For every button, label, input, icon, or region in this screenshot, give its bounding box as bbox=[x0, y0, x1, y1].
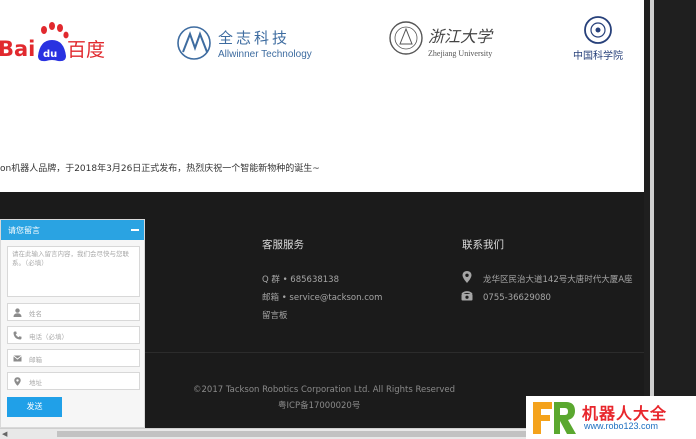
widget-header[interactable]: 请您留言 bbox=[1, 220, 144, 240]
zju-logo-cn: 浙江大学 bbox=[428, 27, 494, 46]
contact-phone: 0755-36629080 bbox=[483, 293, 551, 303]
allwinner-logo-cn: 全志科技 bbox=[218, 29, 290, 47]
scroll-left-icon[interactable]: ◀ bbox=[2, 431, 7, 438]
service-title: 客服服务 bbox=[262, 239, 304, 251]
guestbook-link[interactable]: 留言板 bbox=[262, 309, 288, 321]
icp-license-link[interactable]: 粤ICP备17000020号 bbox=[278, 399, 360, 411]
vertical-scrollbar[interactable] bbox=[650, 0, 654, 439]
cas-logo[interactable]: 中国科学院 bbox=[570, 12, 630, 72]
widget-title: 请您留言 bbox=[8, 226, 40, 235]
allwinner-logo-en: Allwinner Technology bbox=[218, 49, 312, 60]
service-email-link[interactable]: 邮箱 • service@tackson.com bbox=[262, 291, 382, 303]
contact-title: 联系我们 bbox=[462, 239, 504, 251]
window-edge bbox=[644, 0, 696, 439]
phone-placeholder: 电话（必填） bbox=[29, 333, 68, 341]
location-icon bbox=[462, 271, 472, 283]
email-input[interactable]: 邮箱 bbox=[7, 349, 140, 367]
address-placeholder: 地址 bbox=[29, 379, 42, 387]
minimize-icon[interactable] bbox=[131, 229, 139, 231]
name-input[interactable]: 姓名 bbox=[7, 303, 140, 321]
phone-input[interactable]: 电话（必填） bbox=[7, 326, 140, 344]
baidu-logo-mark: du bbox=[43, 49, 57, 60]
email-placeholder: 邮箱 bbox=[29, 356, 42, 364]
robo123-watermark: 机器人大全 www.robo123.com bbox=[526, 396, 696, 439]
copyright-text: ©2017 Tackson Robotics Corporation Ltd. … bbox=[193, 385, 456, 395]
baidu-logo-latin: Bai bbox=[0, 37, 35, 61]
cas-logo-cn: 中国科学院 bbox=[573, 49, 623, 62]
handset-icon bbox=[13, 331, 22, 340]
partner-section: Bai du 百度 全志科技 Allwinner Technology 浙江大学… bbox=[0, 0, 644, 192]
name-placeholder: 姓名 bbox=[29, 310, 42, 318]
baidu-logo[interactable]: Bai du 百度 bbox=[0, 18, 110, 66]
message-textarea[interactable]: 请在此输入留言内容，我们会尽快与您联系。（必填） bbox=[7, 246, 140, 297]
user-icon bbox=[13, 308, 22, 317]
send-button[interactable]: 发送 bbox=[7, 397, 62, 417]
address-input[interactable]: 地址 bbox=[7, 372, 140, 390]
zju-logo[interactable]: 浙江大学 Zhejiang University bbox=[388, 16, 498, 62]
robo123-logo-icon bbox=[533, 402, 576, 434]
footer-divider bbox=[145, 352, 644, 353]
watermark-url: www.robo123.com bbox=[584, 421, 659, 431]
envelope-icon bbox=[13, 355, 22, 362]
phone-icon bbox=[461, 291, 473, 301]
qq-group-link[interactable]: Q 群 • 685638138 bbox=[262, 273, 339, 285]
message-widget: 请您留言 请在此输入留言内容，我们会尽快与您联系。（必填） 姓名 电话（必填） … bbox=[0, 219, 145, 428]
map-pin-icon bbox=[14, 377, 21, 386]
zju-logo-en: Zhejiang University bbox=[428, 49, 492, 58]
baidu-logo-cn: 百度 bbox=[67, 39, 105, 61]
allwinner-emblem-icon bbox=[177, 26, 211, 60]
brand-intro-text: on机器人品牌，于2018年3月26日正式发布，热烈庆祝一个智能新物种的诞生~ bbox=[0, 164, 320, 174]
allwinner-logo[interactable]: 全志科技 Allwinner Technology bbox=[176, 22, 316, 64]
cas-emblem-icon bbox=[584, 16, 612, 44]
contact-address: 龙华区民治大道142号大唐时代大厦A座 bbox=[483, 275, 633, 285]
zju-seal-icon bbox=[389, 21, 423, 55]
